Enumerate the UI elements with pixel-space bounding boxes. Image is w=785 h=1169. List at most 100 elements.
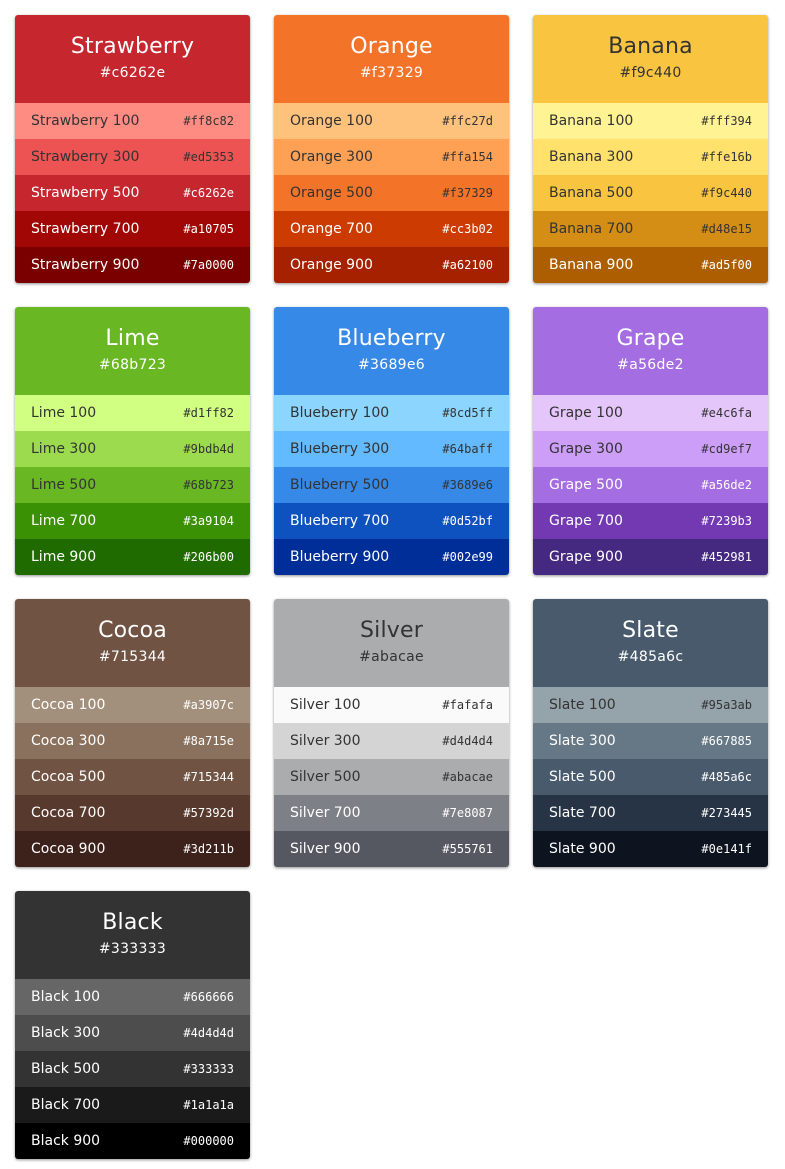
shade-row: Cocoa 500 #715344: [15, 759, 250, 795]
shade-hex: #a3907c: [183, 698, 234, 712]
shade-hex: #fafafa: [442, 698, 493, 712]
shade-label: Cocoa 500: [31, 769, 106, 785]
shade-hex: #667885: [701, 734, 752, 748]
shade-row: Slate 700 #273445: [533, 795, 768, 831]
shade-label: Lime 900: [31, 549, 97, 565]
palette-title: Strawberry: [70, 34, 195, 59]
shade-label: Blueberry 500: [290, 477, 390, 493]
shade-label: Banana 500: [549, 185, 634, 201]
shade-row: Black 100 #666666: [15, 979, 250, 1015]
shade-label: Strawberry 100: [31, 113, 140, 129]
shade-label: Silver 900: [290, 841, 361, 857]
shade-row: Orange 900 #a62100: [274, 247, 509, 283]
palette-hex: #f37329: [359, 65, 424, 81]
shade-label: Black 700: [31, 1097, 101, 1113]
shade-row: Lime 700 #3a9104: [15, 503, 250, 539]
shade-label: Slate 100: [549, 697, 616, 713]
shade-row: Orange 100 #ffc27d: [274, 103, 509, 139]
shade-hex: #555761: [442, 842, 493, 856]
palette-hex: #715344: [98, 649, 167, 665]
shade-hex: #c6262e: [183, 186, 234, 200]
shade-row: Black 700 #1a1a1a: [15, 1087, 250, 1123]
shade-row: Banana 500 #f9c440: [533, 175, 768, 211]
palette-hex: #3689e6: [358, 357, 425, 373]
shade-row: Grape 900 #452981: [533, 539, 768, 575]
shade-row: Slate 300 #667885: [533, 723, 768, 759]
shade-label: Grape 700: [549, 513, 623, 529]
shade-row: Banana 900 #ad5f00: [533, 247, 768, 283]
shade-row: Cocoa 700 #57392d: [15, 795, 250, 831]
shade-hex: #0e141f: [701, 842, 752, 856]
shade-label: Strawberry 700: [31, 221, 140, 237]
shade-row: Banana 700 #d48e15: [533, 211, 768, 247]
shade-hex: #7239b3: [701, 514, 752, 528]
shade-row: Slate 500 #485a6c: [533, 759, 768, 795]
palette-hex: #a56de2: [617, 357, 684, 373]
shade-row: Silver 700 #7e8087: [274, 795, 509, 831]
shade-hex: #cc3b02: [442, 222, 493, 236]
shade-hex: #3d211b: [183, 842, 234, 856]
shade-hex: #d4d4d4: [442, 734, 493, 748]
palette-title: Lime: [105, 326, 160, 351]
shade-hex: #ad5f00: [701, 258, 752, 272]
shade-row: Orange 700 #cc3b02: [274, 211, 509, 247]
shade-hex: #0d52bf: [442, 514, 493, 528]
shade-label: Lime 500: [31, 477, 97, 493]
shade-hex: #a56de2: [701, 478, 752, 492]
shade-row: Slate 100 #95a3ab: [533, 687, 768, 723]
shade-hex: #a10705: [183, 222, 234, 236]
shade-row: Orange 300 #ffa154: [274, 139, 509, 175]
palette-header: Black #333333: [15, 891, 250, 979]
palette-card-silver: Silver #abacae Silver 100 #fafafa Silver 300…: [274, 599, 509, 867]
shade-label: Slate 500: [549, 769, 616, 785]
shade-label: Grape 500: [549, 477, 623, 493]
palette-card-cocoa: Cocoa #715344 Cocoa 100 #a3907c Cocoa 300 #8a…: [15, 599, 250, 867]
shade-hex: #206b00: [183, 550, 234, 564]
shade-row: Orange 500 #f37329: [274, 175, 509, 211]
shade-label: Black 500: [31, 1061, 101, 1077]
palette-hex: #68b723: [98, 357, 167, 373]
palette-header: Silver #abacae: [274, 599, 509, 687]
shade-hex: #ffc27d: [442, 114, 493, 128]
shade-hex: #002e99: [442, 550, 493, 564]
shade-hex: #abacae: [442, 770, 493, 784]
shade-label: Grape 100: [549, 405, 623, 421]
shade-row: Strawberry 500 #c6262e: [15, 175, 250, 211]
shade-row: Blueberry 300 #64baff: [274, 431, 509, 467]
palette-card-lime: Lime #68b723 Lime 100 #d1ff82 Lime 300 #9bdb4…: [15, 307, 250, 575]
shade-label: Grape 900: [549, 549, 623, 565]
shade-hex: #273445: [701, 806, 752, 820]
palette-title: Black: [102, 910, 163, 935]
shade-hex: #4d4d4d: [183, 1026, 234, 1040]
shade-label: Blueberry 300: [290, 441, 390, 457]
shade-row: Lime 100 #d1ff82: [15, 395, 250, 431]
shade-row: Banana 300 #ffe16b: [533, 139, 768, 175]
shade-label: Orange 300: [290, 149, 373, 165]
shade-label: Blueberry 100: [290, 405, 390, 421]
shade-hex: #ffe16b: [701, 150, 752, 164]
palette-grid: Strawberry #c6262e Strawberry 100 #ff8c82 St…: [15, 15, 768, 1159]
shade-label: Black 900: [31, 1133, 101, 1149]
shade-label: Banana 700: [549, 221, 634, 237]
shade-label: Silver 100: [290, 697, 361, 713]
shade-row: Grape 500 #a56de2: [533, 467, 768, 503]
shade-label: Silver 700: [290, 805, 361, 821]
palette-card-grape: Grape #a56de2 Grape 100 #e4c6fa Grape 300 #cd…: [533, 307, 768, 575]
shade-label: Lime 100: [31, 405, 97, 421]
palette-title: Slate: [622, 618, 679, 643]
shade-label: Banana 300: [549, 149, 634, 165]
palette-header: Blueberry #3689e6: [274, 307, 509, 395]
palette-hex: #f9c440: [619, 65, 682, 81]
shade-hex: #452981: [701, 550, 752, 564]
shade-hex: #a62100: [442, 258, 493, 272]
palette-hex: #abacae: [359, 649, 424, 665]
shade-label: Strawberry 500: [31, 185, 140, 201]
shade-hex: #715344: [183, 770, 234, 784]
shade-hex: #d48e15: [701, 222, 752, 236]
shade-row: Slate 900 #0e141f: [533, 831, 768, 867]
palette-card-strawberry: Strawberry #c6262e Strawberry 100 #ff8c82 St…: [15, 15, 250, 283]
shade-hex: #1a1a1a: [183, 1098, 234, 1112]
shade-hex: #485a6c: [701, 770, 752, 784]
shade-label: Slate 900: [549, 841, 616, 857]
palette-header: Grape #a56de2: [533, 307, 768, 395]
